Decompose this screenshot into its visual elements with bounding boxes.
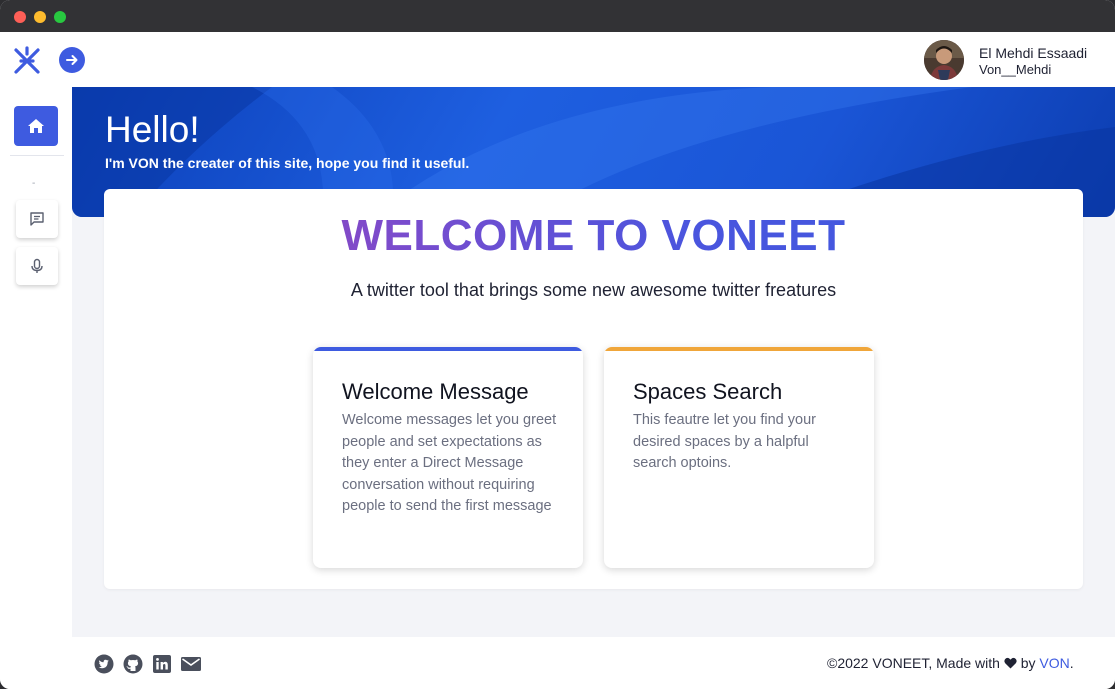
linkedin-link[interactable] — [152, 654, 172, 674]
hero-subtitle: I'm VON the creater of this site, hope y… — [105, 155, 470, 171]
copyright-suffix: . — [1069, 655, 1074, 671]
feature-card-welcome-message[interactable]: Welcome Message Welcome messages let you… — [313, 347, 583, 568]
feature-description: Welcome messages let you greet people an… — [342, 412, 557, 515]
feature-title: Welcome Message — [342, 379, 529, 404]
microphone-icon — [31, 258, 43, 273]
sidebar-item-spaces[interactable] — [16, 247, 58, 285]
message-icon — [30, 212, 44, 226]
user-name: El Mehdi Essaadi — [979, 45, 1088, 61]
title-bar — [0, 0, 1115, 32]
sidebar-divider — [10, 155, 64, 156]
maximize-window-button[interactable] — [54, 11, 66, 23]
feature-accent-bar — [313, 347, 583, 351]
feature-title: Spaces Search — [633, 379, 783, 404]
voneet-logo-icon[interactable] — [12, 45, 42, 75]
user-handle: Von__Mehdi — [979, 62, 1052, 77]
user-avatar[interactable] — [924, 40, 964, 80]
sidebar-toggle-button[interactable] — [59, 47, 85, 73]
sidebar-item-messages[interactable] — [16, 200, 58, 238]
copyright-by: by — [1020, 655, 1036, 671]
sidebar — [0, 87, 72, 689]
linkedin-icon — [153, 655, 171, 673]
arrow-right-icon — [66, 55, 78, 65]
welcome-heading: WELCOME TO VONEET — [104, 211, 1083, 261]
copyright-prefix: ©2022 VONEET, Made with — [827, 655, 1000, 671]
twitter-icon — [94, 654, 114, 674]
email-link[interactable] — [180, 654, 202, 674]
github-icon — [123, 654, 143, 674]
copyright-text: ©2022 VONEET, Made with by VON. — [827, 655, 1074, 671]
heart-icon — [1004, 657, 1017, 669]
minimize-window-button[interactable] — [34, 11, 46, 23]
mail-icon — [181, 657, 201, 671]
feature-accent-bar — [604, 347, 874, 351]
app-window: El Mehdi Essaadi Von__Mehdi - Hello! I'm… — [0, 0, 1115, 689]
author-link[interactable]: VON — [1039, 655, 1069, 671]
home-icon — [28, 119, 44, 133]
feature-card-spaces-search[interactable]: Spaces Search This feautre let you find … — [604, 347, 874, 568]
sidebar-separator-dash: - — [32, 178, 36, 189]
twitter-link[interactable] — [94, 654, 114, 674]
github-link[interactable] — [123, 654, 143, 674]
hero-title: Hello! — [105, 109, 200, 150]
sidebar-item-home[interactable] — [14, 106, 58, 146]
feature-description: This feautre let you find your desired s… — [633, 412, 816, 472]
close-window-button[interactable] — [14, 11, 26, 23]
welcome-tagline: A twitter tool that brings some new awes… — [350, 280, 837, 300]
